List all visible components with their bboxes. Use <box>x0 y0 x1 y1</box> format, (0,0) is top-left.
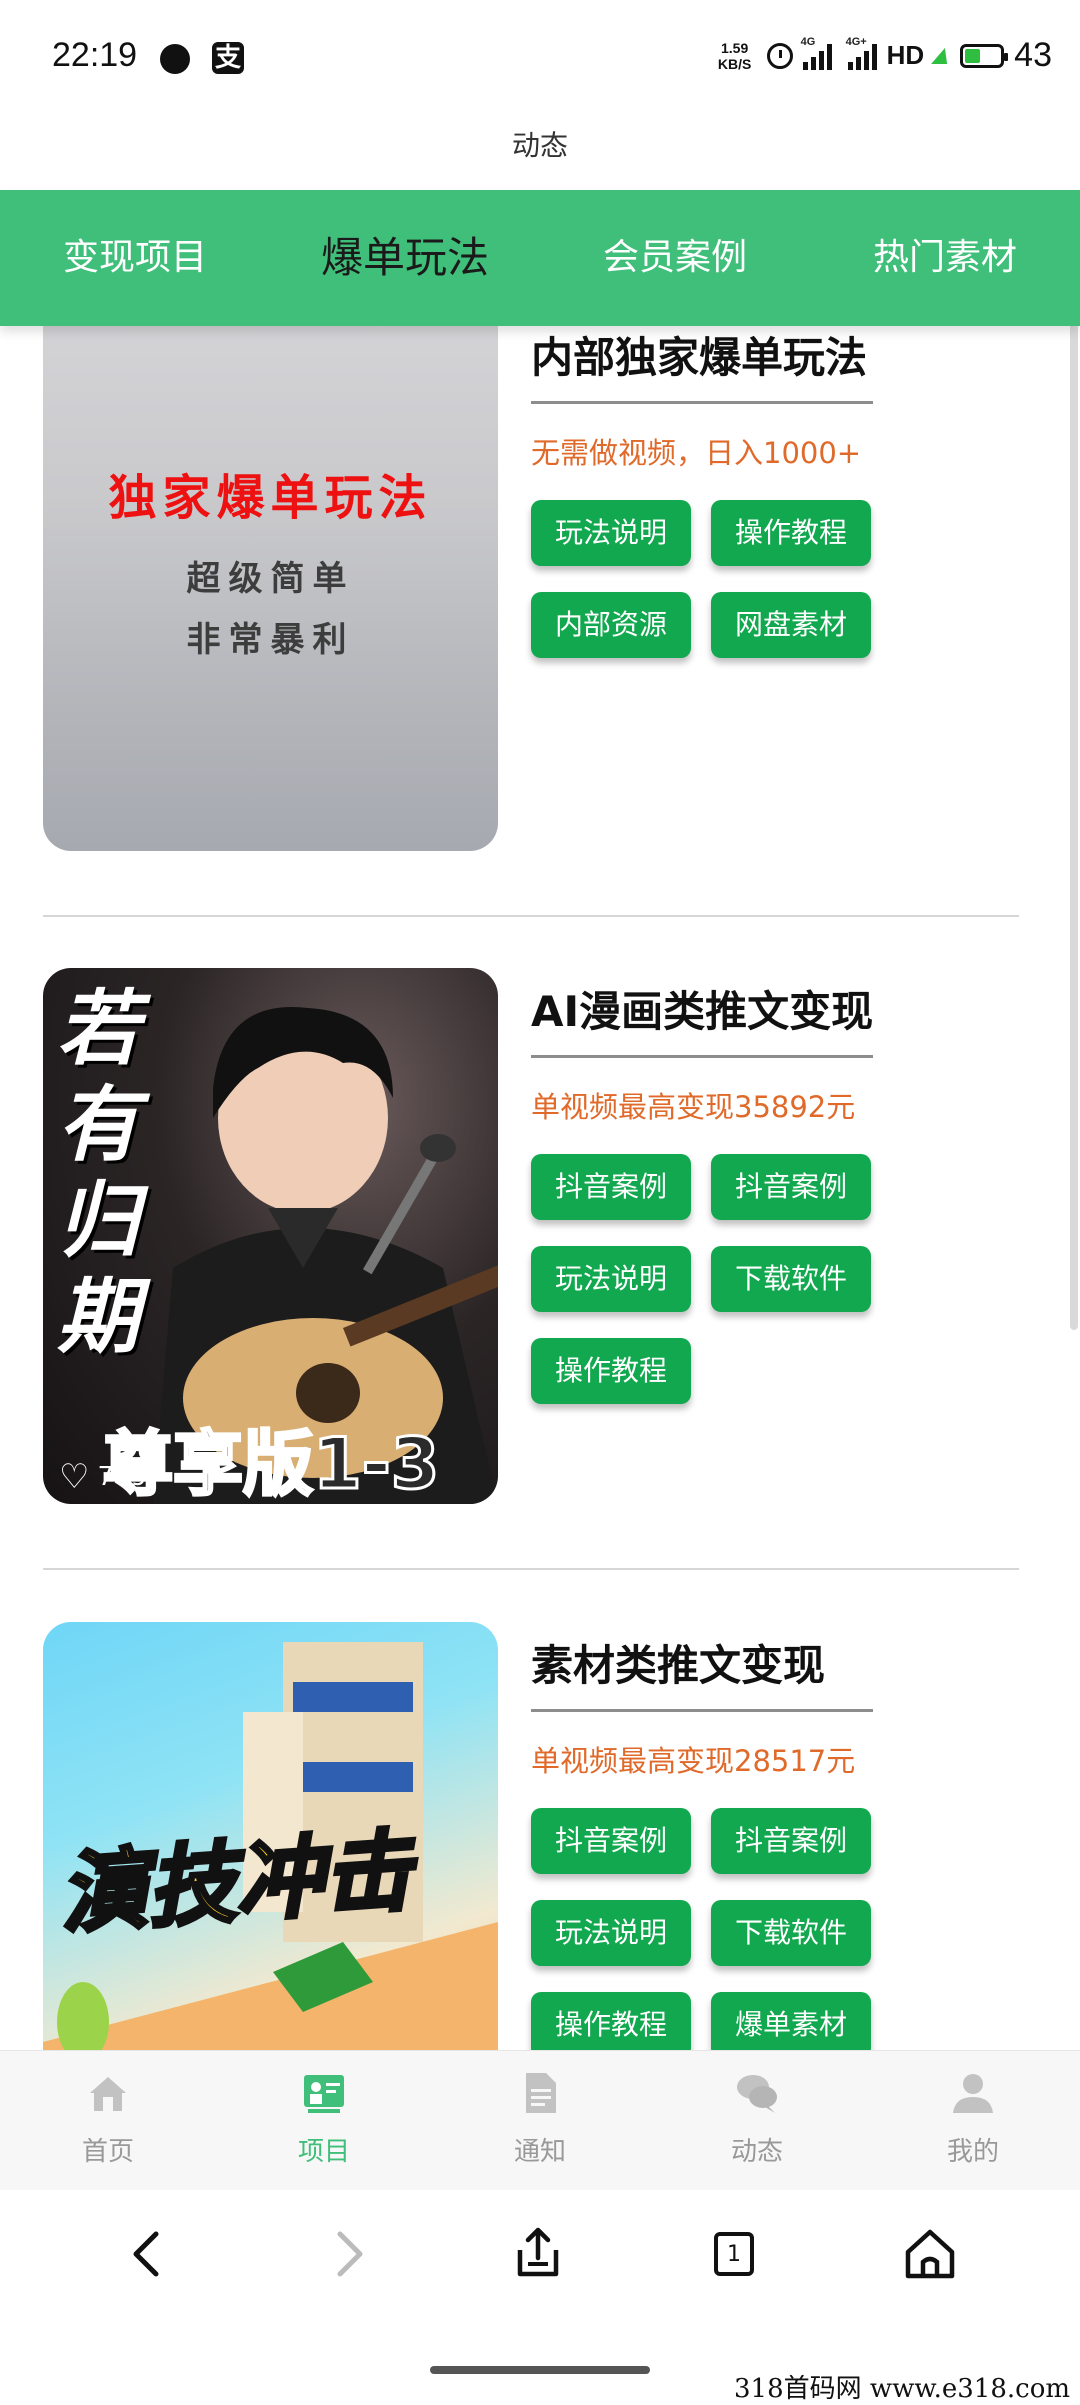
document-icon <box>526 2073 556 2113</box>
download-software-button[interactable]: 下载软件 <box>711 1900 871 1966</box>
thumb-line: 非常暴利 <box>186 620 355 660</box>
thumb-char: 有 <box>57 1078 139 1173</box>
browser-toolbar: 1 <box>0 2190 1080 2320</box>
action-buttons: 玩法说明 操作教程 内部资源 网盘素材 <box>531 500 873 658</box>
douyin-case-button[interactable]: 抖音案例 <box>711 1154 871 1220</box>
thumb-headline: 独家爆单玩法 <box>108 470 433 526</box>
project-thumbnail[interactable]: 独家爆单玩法 超级简单 非常暴利 <box>43 326 498 851</box>
douyin-case-button[interactable]: 抖音案例 <box>531 1154 691 1220</box>
project-info: AI漫画类推文变现 单视频最高变现35892元 抖音案例 抖音案例 玩法说明 下… <box>531 978 873 1404</box>
nav-label: 动态 <box>730 2137 783 2167</box>
card-divider <box>43 1568 1019 1570</box>
category-tab-bar: 变现项目 爆单玩法 会员案例 热门素材 <box>0 190 1080 326</box>
back-icon[interactable] <box>118 2224 178 2284</box>
internal-resources-button[interactable]: 内部资源 <box>531 592 691 658</box>
douyin-case-button[interactable]: 抖音案例 <box>711 1808 871 1874</box>
hot-materials-button[interactable]: 爆单素材 <box>711 1992 871 2050</box>
alarm-icon <box>766 42 793 69</box>
nav-label: 通知 <box>513 2137 566 2167</box>
signal-icon: 4G+ <box>846 36 877 70</box>
network-speed-value: 1.59 <box>720 39 749 56</box>
tabs-icon[interactable]: 1 <box>706 2224 766 2284</box>
gameplay-guide-button[interactable]: 玩法说明 <box>531 1246 691 1312</box>
signal-1-label: 4G <box>800 35 816 48</box>
project-list: 独家爆单玩法 超级简单 非常暴利 内部独家爆单玩法 无需做视频，日入1000+ … <box>0 326 1080 2050</box>
forward-icon[interactable] <box>318 2224 378 2284</box>
network-speed-unit: KB/S <box>717 55 752 72</box>
project-info: 素材类推文变现 单视频最高变现28517元 抖音案例 抖音案例 玩法说明 下载软… <box>531 1632 873 2050</box>
thumb-char: 若 <box>57 982 139 1077</box>
heart-icon[interactable]: ♡ <box>59 1460 89 1494</box>
chat-icon <box>737 2075 777 2113</box>
title-underline <box>531 1055 873 1058</box>
nav-item-me[interactable]: 我的 <box>913 2071 1033 2168</box>
chat-bubble-icon <box>160 44 190 74</box>
cloud-materials-button[interactable]: 网盘素材 <box>711 592 871 658</box>
status-indicators: 1.59 KB/S 4G 4G+ HD 43 <box>713 36 1052 75</box>
alipay-icon: 支 <box>212 42 244 74</box>
tutorial-button[interactable]: 操作教程 <box>531 1338 691 1404</box>
share-icon[interactable] <box>508 2224 568 2284</box>
project-info: 内部独家爆单玩法 无需做视频，日入1000+ 玩法说明 操作教程 内部资源 网盘… <box>531 326 873 658</box>
nav-label: 首页 <box>81 2137 134 2167</box>
tab-count: 1 <box>714 2232 754 2276</box>
gameplay-guide-button[interactable]: 玩法说明 <box>531 500 691 566</box>
tutorial-button[interactable]: 操作教程 <box>531 1992 691 2050</box>
nav-label: 我的 <box>946 2137 999 2167</box>
battery-percent: 43 <box>1014 36 1052 74</box>
action-buttons: 抖音案例 抖音案例 玩法说明 下载软件 操作教程 <box>531 1154 873 1404</box>
nav-item-projects[interactable]: 项目 <box>264 2071 384 2168</box>
like-count: 7897 <box>97 1462 164 1492</box>
status-time: 22:19 <box>52 36 138 74</box>
battery-icon <box>960 43 1009 68</box>
project-title[interactable]: AI漫画类推文变现 <box>531 978 873 1039</box>
tab-member-cases[interactable]: 会员案例 <box>580 190 770 326</box>
project-subtitle: 单视频最高变现28517元 <box>531 1744 856 1778</box>
gameplay-guide-button[interactable]: 玩法说明 <box>531 1900 691 1966</box>
tab-hot-materials[interactable]: 热门素材 <box>850 190 1040 326</box>
user-icon <box>953 2074 993 2113</box>
signal-icon: 4G <box>801 36 832 70</box>
thumb-line: 超级简单 <box>186 559 355 599</box>
signal-2-label: 4G+ <box>845 35 867 48</box>
action-buttons: 抖音案例 抖音案例 玩法说明 下载软件 操作教程 爆单素材 <box>531 1808 873 2050</box>
project-title[interactable]: 素材类推文变现 <box>531 1632 873 1693</box>
card-divider <box>43 915 1019 917</box>
project-thumbnail[interactable]: 若 有 归 期 尊享版1-3 ♡ 7897 <box>43 968 498 1504</box>
project-icon <box>304 2075 344 2113</box>
thumb-caption: 演技冲击 <box>54 1817 416 1948</box>
charging-icon <box>931 47 954 64</box>
gesture-bar[interactable] <box>430 2366 650 2374</box>
project-subtitle: 单视频最高变现35892元 <box>531 1090 856 1124</box>
thumb-char: 期 <box>57 1270 139 1365</box>
hd-indicator: HD <box>886 40 925 70</box>
home-icon <box>90 2077 126 2111</box>
watermark: 318首码网 www.e318.com <box>734 2374 1070 2404</box>
tab-hot-order-play[interactable]: 爆单玩法 <box>310 190 500 326</box>
nav-item-feed[interactable]: 动态 <box>697 2071 817 2168</box>
nav-label: 项目 <box>297 2137 350 2167</box>
tab-monetize-projects[interactable]: 变现项目 <box>40 190 230 326</box>
bottom-nav: 首页 项目 通知 动态 我的 <box>0 2050 1080 2191</box>
home-icon[interactable] <box>900 2224 960 2284</box>
douyin-case-button[interactable]: 抖音案例 <box>531 1808 691 1874</box>
network-speed: 1.59 KB/S <box>713 40 757 72</box>
nav-item-notices[interactable]: 通知 <box>480 2071 600 2168</box>
download-software-button[interactable]: 下载软件 <box>711 1246 871 1312</box>
project-thumbnail[interactable]: 演技冲击 <box>43 1622 498 2050</box>
nav-item-home[interactable]: 首页 <box>48 2071 168 2168</box>
page-title: 动态 <box>511 129 568 162</box>
tutorial-button[interactable]: 操作教程 <box>711 500 871 566</box>
project-title[interactable]: 内部独家爆单玩法 <box>531 326 873 385</box>
title-underline <box>531 401 873 404</box>
thumb-char: 归 <box>57 1174 139 1269</box>
status-bar: 22:19 支 1.59 KB/S 4G 4G+ HD 43 <box>0 0 1080 120</box>
project-subtitle: 无需做视频，日入1000+ <box>531 436 862 470</box>
scrollbar[interactable] <box>1070 290 1078 1330</box>
title-underline <box>531 1709 873 1712</box>
